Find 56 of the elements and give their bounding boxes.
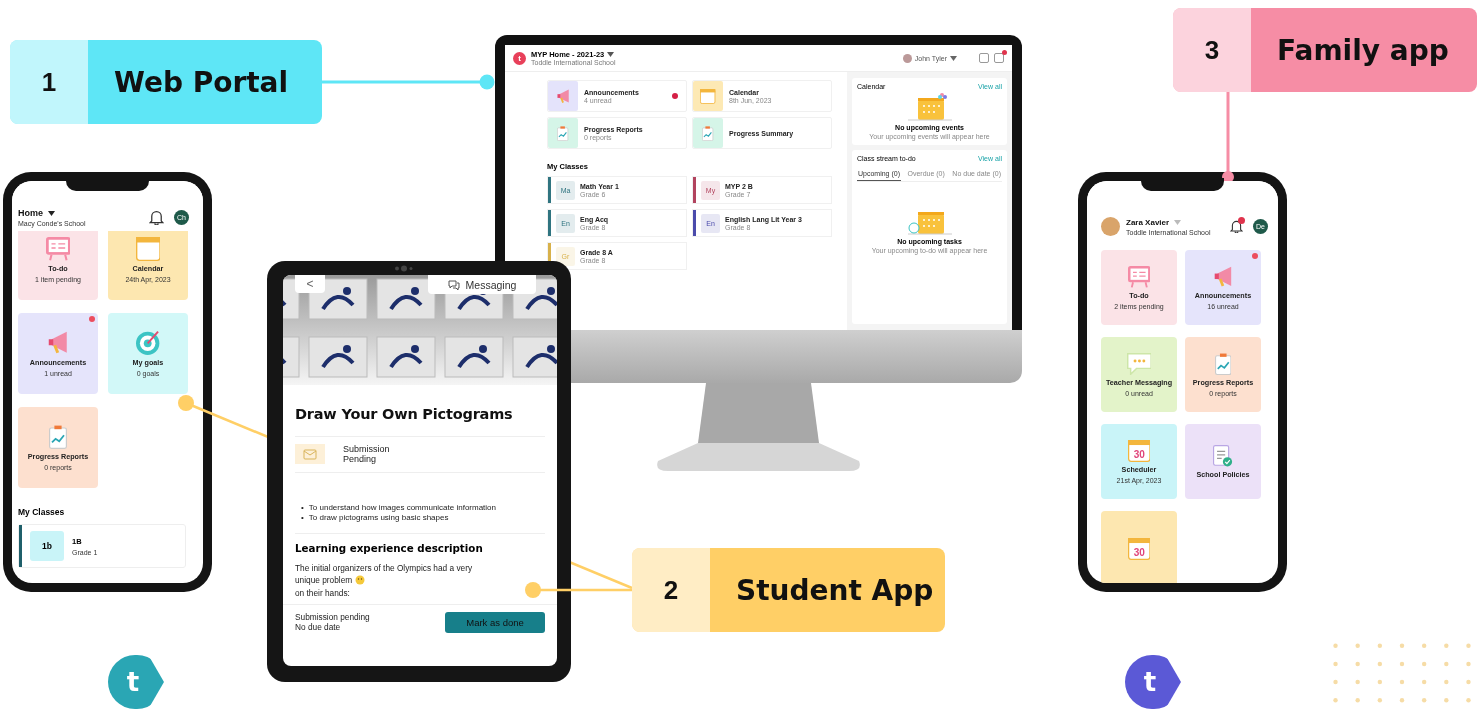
calendar-icon: 30 <box>1127 537 1151 560</box>
callout-number: 3 <box>1173 8 1251 92</box>
description-text: unique problem <box>295 574 353 587</box>
report-chart-icon <box>49 424 67 449</box>
mark-as-done-button[interactable]: Mark as done <box>445 611 545 633</box>
brand-logo: t <box>108 655 164 709</box>
bullet: • <box>301 502 304 514</box>
callout-number: 1 <box>10 40 88 124</box>
avatar <box>902 53 912 63</box>
camera-icon <box>394 265 414 272</box>
header-title[interactable]: Zara Xavier <box>1126 217 1170 227</box>
messaging-label: Messaging <box>465 278 517 291</box>
objective-item: To understand how images communicate information <box>308 502 498 514</box>
checklist-board-icon <box>45 236 71 261</box>
section-heading: My Classes <box>18 507 66 517</box>
caret-icon <box>48 210 55 216</box>
submission-status: Submission Pending <box>343 444 391 465</box>
calendar-icon <box>700 88 716 104</box>
bell-icon[interactable] <box>149 210 164 225</box>
megaphone-icon <box>556 88 570 104</box>
megaphone-icon <box>48 330 68 355</box>
report-chart-icon <box>702 125 714 141</box>
description-text: on their hands: <box>295 586 350 599</box>
callout-title: Family app <box>1276 32 1450 69</box>
envelope-icon <box>303 448 317 461</box>
objective-item: To draw pictograms using basic shapes <box>308 513 450 524</box>
caret-icon <box>607 52 615 57</box>
submission-status: Submission pending <box>295 611 370 622</box>
dashboard-card[interactable]: 30 <box>1101 511 1177 583</box>
callout-number: 2 <box>632 548 710 632</box>
callout-title: Student App <box>735 572 935 609</box>
app-logo: t <box>513 51 526 65</box>
caret-icon <box>950 55 957 61</box>
report-chart-icon <box>1214 352 1232 375</box>
report-chart-icon <box>557 125 569 141</box>
messaging-button[interactable]: Messaging <box>428 275 536 294</box>
calendar-icon <box>135 236 161 261</box>
checklist-board-icon <box>1127 265 1151 288</box>
brand-logo: t <box>1125 655 1181 709</box>
bullet: • <box>301 513 304 524</box>
document-check-icon <box>1213 444 1233 467</box>
class-initials: 1b <box>30 531 64 561</box>
target-icon <box>136 330 160 355</box>
calendar-icon: 30 <box>1127 439 1151 462</box>
caret-icon <box>1174 219 1182 225</box>
header-title[interactable]: Home <box>18 208 43 218</box>
due-date: No due date <box>295 621 341 633</box>
bell-icon[interactable] <box>1230 220 1243 233</box>
description-text: The initial organizers of the Olympics had a very <box>295 562 473 575</box>
callout-title: Web Portal <box>113 64 290 101</box>
thinking-emoji-icon <box>355 575 366 586</box>
lesson-title: Draw Your Own Pictograms <box>295 385 545 437</box>
megaphone-icon <box>1214 265 1232 288</box>
back-button[interactable]: < <box>295 275 325 293</box>
section-heading: Learning experience description <box>295 541 484 557</box>
chat-bubble-icon <box>1126 352 1152 375</box>
